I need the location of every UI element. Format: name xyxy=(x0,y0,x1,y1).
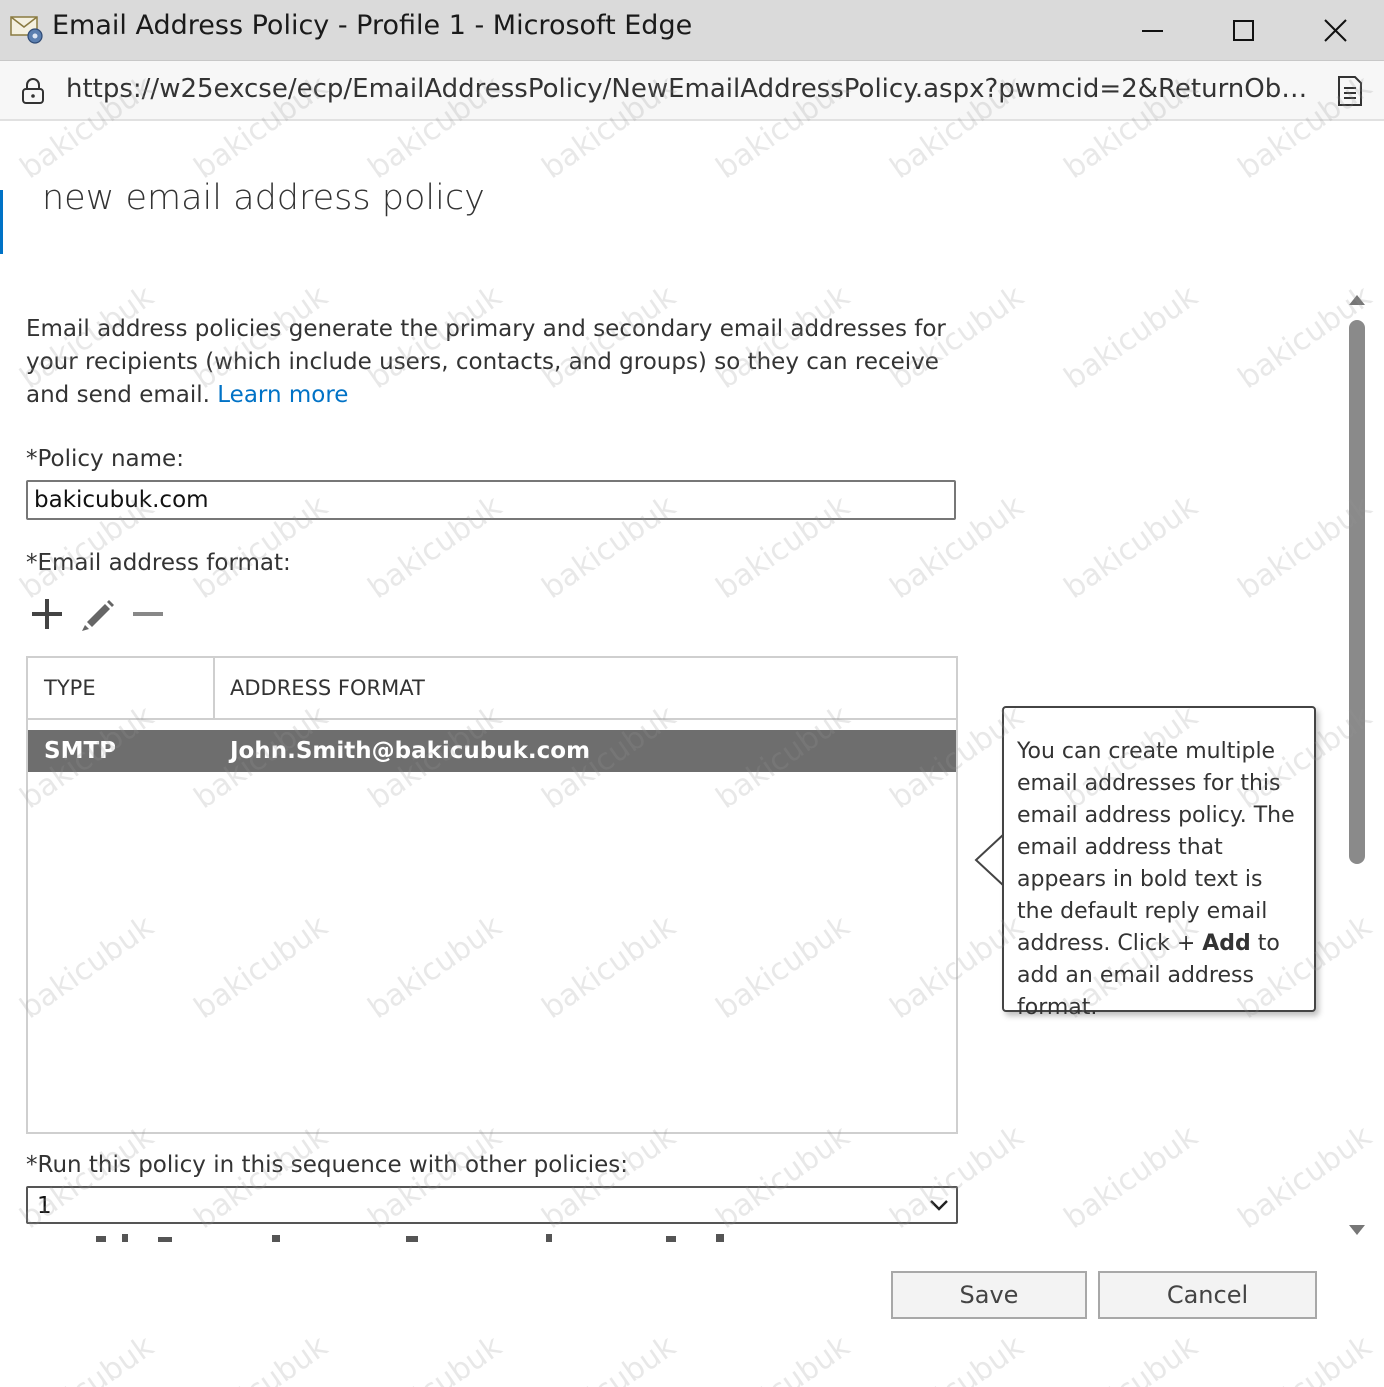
column-divider xyxy=(213,658,215,718)
sequence-value: 1 xyxy=(37,1193,52,1219)
policy-name-input[interactable] xyxy=(26,480,956,520)
cell-address-format: John.Smith@bakicubuk.com xyxy=(230,738,591,764)
edit-icon[interactable] xyxy=(80,596,116,632)
cell-type: SMTP xyxy=(44,738,116,764)
column-header-address-format[interactable]: ADDRESS FORMAT xyxy=(230,676,425,700)
email-format-label: *Email address format: xyxy=(26,550,291,576)
watermark-text: bakicubuk xyxy=(362,1329,508,1387)
page-title: new email address policy xyxy=(42,178,485,218)
vertical-scrollbar[interactable] xyxy=(1346,292,1368,1240)
lock-icon[interactable] xyxy=(20,77,46,105)
window-titlebar: Email Address Policy - Profile 1 - Micro… xyxy=(0,0,1384,61)
maximize-icon[interactable] xyxy=(1221,8,1267,52)
address-format-table: TYPE ADDRESS FORMAT SMTP John.Smith@baki… xyxy=(26,656,958,1134)
callout-pointer-mask xyxy=(1004,820,1010,900)
left-accent-bar xyxy=(0,190,3,254)
minimize-icon[interactable] xyxy=(1130,8,1176,52)
watermark-text: bakicubuk xyxy=(1057,488,1205,607)
url-text[interactable]: https://w25excse/ecp/EmailAddressPolicy/… xyxy=(66,74,1311,104)
column-header-type[interactable]: TYPE xyxy=(44,676,96,700)
learn-more-link[interactable]: Learn more xyxy=(217,382,348,408)
table-header: TYPE ADDRESS FORMAT xyxy=(28,658,956,720)
address-bar: https://w25excse/ecp/EmailAddressPolicy/… xyxy=(0,61,1384,121)
reader-mode-icon[interactable] xyxy=(1336,75,1364,107)
sequence-select[interactable]: 1 xyxy=(26,1186,958,1224)
table-row[interactable]: SMTP John.Smith@bakicubuk.com xyxy=(28,730,956,772)
watermark-text: bakicubuk xyxy=(536,1329,682,1387)
window-title: Email Address Policy - Profile 1 - Micro… xyxy=(52,10,693,41)
callout-text-before: You can create multiple email addresses … xyxy=(1017,739,1295,956)
watermark-text: bakicubuk xyxy=(1232,1329,1378,1387)
watermark-text: bakicubuk xyxy=(1057,278,1205,397)
close-icon[interactable] xyxy=(1312,8,1358,52)
chevron-down-icon xyxy=(930,1200,948,1211)
description-text: Email address policies generate the prim… xyxy=(26,316,946,408)
callout-text-bold: Add xyxy=(1202,931,1251,956)
scroll-thumb[interactable] xyxy=(1349,320,1365,864)
remove-icon[interactable] xyxy=(130,596,166,632)
scroll-up-arrow-icon[interactable] xyxy=(1348,292,1366,310)
scroll-down-arrow-icon[interactable] xyxy=(1348,1220,1366,1238)
sequence-label: *Run this policy in this sequence with o… xyxy=(26,1152,628,1178)
watermark-text: bakicubuk xyxy=(188,1329,334,1387)
add-icon[interactable] xyxy=(29,596,65,632)
policy-name-label: *Policy name: xyxy=(26,446,184,472)
clipped-content xyxy=(96,1234,724,1242)
cancel-button[interactable]: Cancel xyxy=(1098,1271,1317,1319)
policy-description: Email address policies generate the prim… xyxy=(26,313,946,412)
watermark-text: bakicubuk xyxy=(710,1329,856,1387)
email-policy-icon xyxy=(10,16,43,44)
watermark-text: bakicubuk xyxy=(1057,1118,1205,1237)
save-button[interactable]: Save xyxy=(891,1271,1087,1319)
watermark-text: bakicubuk xyxy=(1058,1329,1204,1387)
help-callout: You can create multiple email addresses … xyxy=(1002,706,1316,1020)
watermark-text: bakicubuk xyxy=(884,1329,1030,1387)
watermark-text: bakicubuk xyxy=(14,1329,160,1387)
